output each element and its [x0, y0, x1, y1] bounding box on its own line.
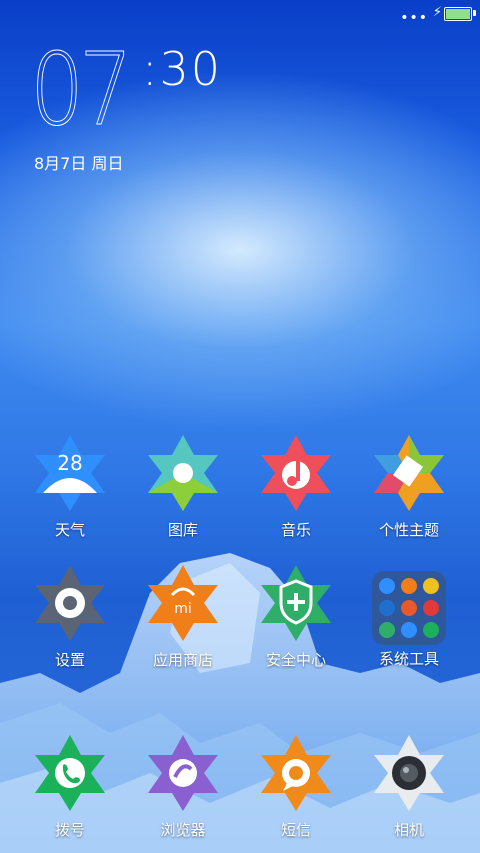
clock-hour: 07: [30, 31, 134, 148]
clock-widget[interactable]: 07 :30: [30, 31, 220, 148]
svg-text:28: 28: [57, 451, 82, 475]
gallery-icon: [148, 435, 218, 511]
signal-dots: •••: [400, 10, 428, 26]
app-store[interactable]: mi 应用商店: [128, 563, 238, 670]
folder-app-icon: [379, 600, 395, 616]
app-settings[interactable]: 设置: [15, 563, 125, 670]
charging-icon: ⚡: [432, 5, 442, 20]
app-gallery[interactable]: 图库: [128, 433, 238, 540]
folder-app-icon: [379, 622, 395, 638]
browser-icon: [148, 735, 218, 811]
camera-icon: [374, 735, 444, 811]
folder-app-icon: [423, 622, 439, 638]
app-phone[interactable]: 拨号: [15, 733, 125, 840]
app-label: 短信: [280, 821, 311, 839]
app-label: 个性主题: [378, 521, 439, 539]
app-security[interactable]: 安全中心: [241, 563, 351, 670]
folder-app-icon: [401, 600, 417, 616]
folder-app-icon: [423, 578, 439, 594]
app-label: 安全中心: [265, 651, 326, 669]
app-camera[interactable]: 相机: [354, 733, 464, 840]
app-browser[interactable]: 浏览器: [128, 733, 238, 840]
weather-icon: 28: [35, 435, 105, 511]
music-icon: [261, 435, 331, 511]
folder-app-icon: [401, 622, 417, 638]
app-theme[interactable]: 个性主题: [354, 433, 464, 540]
date-label: 8月7日 周日: [34, 154, 124, 173]
app-label: 天气: [54, 521, 85, 539]
folder-app-icon: [401, 578, 417, 594]
messages-icon: [261, 735, 331, 811]
battery-tip: [473, 10, 476, 16]
app-label: 浏览器: [160, 821, 206, 839]
security-icon: [261, 565, 331, 641]
battery-icon: [444, 7, 472, 21]
theme-icon: [374, 435, 444, 511]
app-music[interactable]: 音乐: [241, 433, 351, 540]
folder-system-tools[interactable]: 系统工具: [354, 568, 464, 669]
status-bar: ••• ⚡: [0, 0, 480, 28]
app-label: 拨号: [54, 821, 85, 839]
folder-app-icon: [423, 600, 439, 616]
phone-icon: [35, 735, 105, 811]
app-messages[interactable]: 短信: [241, 733, 351, 840]
app-label: 应用商店: [152, 651, 213, 669]
app-label: 图库: [167, 521, 198, 539]
clock-minute: :30: [142, 42, 223, 96]
app-weather[interactable]: 28 天气: [15, 433, 125, 540]
app-label: 设置: [54, 651, 85, 669]
app-store-icon: mi: [148, 565, 218, 641]
settings-icon: [35, 565, 105, 641]
folder-app-icon: [379, 578, 395, 594]
app-label: 相机: [393, 821, 424, 839]
app-label: 音乐: [280, 521, 311, 539]
system-tools-folder: [372, 571, 446, 645]
svg-text:mi: mi: [174, 601, 192, 617]
app-label: 系统工具: [378, 650, 439, 668]
